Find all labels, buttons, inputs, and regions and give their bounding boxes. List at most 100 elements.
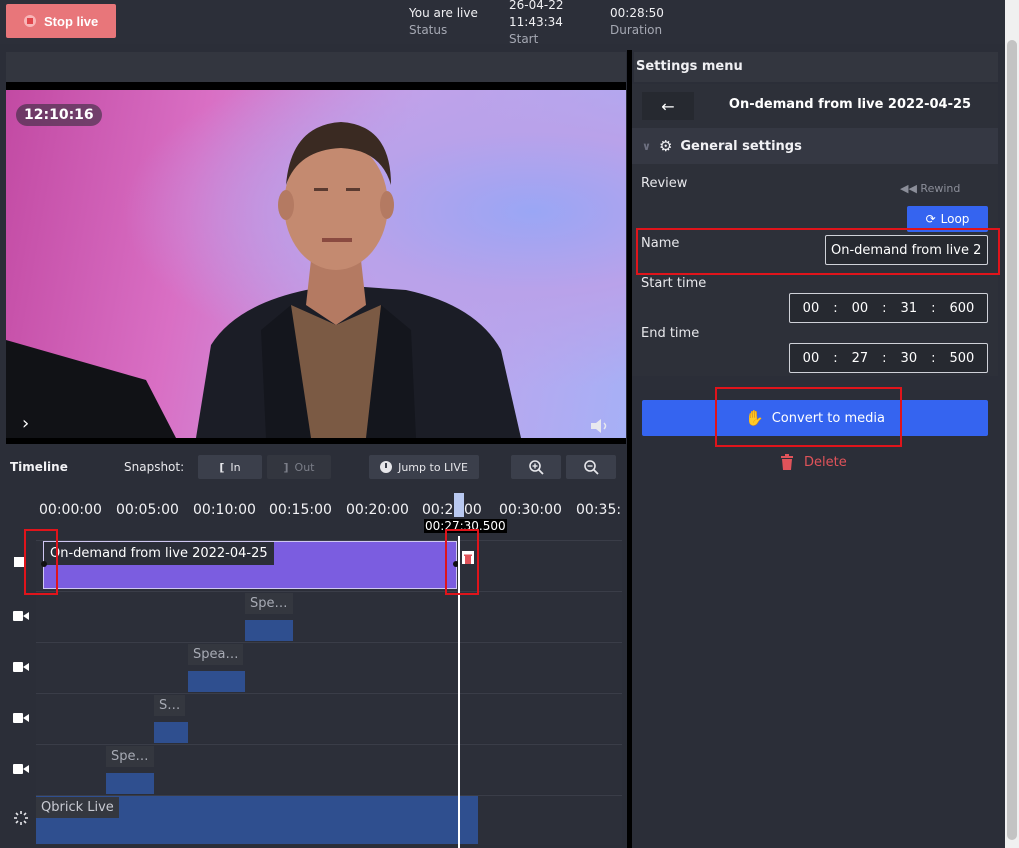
- stop-icon: [24, 15, 36, 27]
- start-handle-highlight: [24, 529, 58, 595]
- loading-spinner-icon: [13, 810, 29, 826]
- start-block: 26-04-22 11:43:34 Start: [509, 0, 563, 48]
- track-camera-1: [36, 591, 622, 641]
- video-player[interactable]: ›: [6, 90, 626, 438]
- start-time: 11:43:34: [509, 15, 563, 29]
- tick-label: 00:10:00: [193, 502, 256, 518]
- tick-label: 00:20:00: [346, 502, 409, 518]
- player-header: [6, 52, 626, 82]
- time-separator: :: [882, 350, 887, 366]
- tick-label: 00:30:00: [499, 502, 562, 518]
- snapshot-out-label: Out: [294, 460, 315, 474]
- loop-label: Loop: [940, 212, 970, 226]
- zoom-in-button[interactable]: [511, 455, 561, 479]
- tick-label: 00:15:00: [269, 502, 332, 518]
- bracket-left-icon: [: [219, 460, 225, 474]
- start-time-label: Start time: [641, 276, 707, 291]
- status-value: You are live: [409, 6, 478, 20]
- stop-live-button[interactable]: Stop live: [6, 4, 116, 38]
- start-seconds[interactable]: 31: [894, 301, 925, 316]
- scrollbar-thumb[interactable]: [1007, 40, 1017, 840]
- general-settings-toggle[interactable]: ∨ ⚙ General settings: [632, 128, 998, 164]
- zoom-out-button[interactable]: [566, 455, 616, 479]
- end-hours[interactable]: 00: [796, 351, 827, 366]
- tick-label: 00:2: [422, 502, 454, 518]
- camera-clip[interactable]: [154, 722, 188, 743]
- end-time-label: End time: [641, 326, 700, 341]
- video-camera-icon: [13, 607, 29, 621]
- start-label: Start: [509, 32, 539, 46]
- jump-to-live-label: Jump to LIVE: [398, 460, 468, 474]
- video-camera-icon: [13, 709, 29, 723]
- convert-highlight: [715, 387, 902, 447]
- delete-button[interactable]: Delete: [780, 454, 847, 470]
- trash-icon: [781, 454, 793, 470]
- track-camera-2: [36, 642, 622, 692]
- gear-icon: ⚙: [658, 137, 673, 155]
- timeline-title: Timeline: [10, 460, 68, 474]
- time-separator: :: [833, 350, 838, 366]
- zoom-out-icon: [584, 460, 599, 475]
- end-time-input[interactable]: 00 : 27 : 30 : 500: [789, 343, 988, 373]
- tick-label: 00:05:00: [116, 502, 179, 518]
- refresh-icon: ⟳: [925, 212, 936, 226]
- live-clip-label: Qbrick Live: [36, 797, 119, 818]
- end-handle-highlight: [445, 529, 479, 595]
- settings-title: On-demand from live 2022-04-25: [728, 97, 972, 112]
- live-clock-badge: 12:10:16: [16, 104, 102, 126]
- time-separator: :: [931, 350, 936, 366]
- review-label: Review: [641, 176, 688, 191]
- snapshot-out-button[interactable]: ] Out: [267, 455, 331, 479]
- camera-clip-label: Spe…: [245, 593, 293, 614]
- camera-clip[interactable]: [106, 773, 154, 794]
- jump-to-live-button[interactable]: Jump to LIVE: [369, 455, 479, 479]
- start-minutes[interactable]: 00: [845, 301, 876, 316]
- camera-clip-label: S…: [154, 695, 186, 716]
- track-camera-3: [36, 693, 622, 743]
- time-separator: :: [931, 300, 936, 316]
- snapshot-in-button[interactable]: [ In: [198, 455, 262, 479]
- camera-clip[interactable]: [245, 620, 293, 641]
- start-hours[interactable]: 00: [796, 301, 827, 316]
- duration-value: 00:28:50: [610, 6, 664, 20]
- start-millis[interactable]: 600: [942, 301, 981, 316]
- delete-label: Delete: [804, 454, 847, 470]
- duration-block: 00:28:50 Duration: [610, 5, 664, 39]
- volume-icon[interactable]: [589, 418, 611, 434]
- stop-live-label: Stop live: [44, 13, 99, 29]
- camera-clip[interactable]: [188, 671, 245, 692]
- snapshot-label: Snapshot:: [124, 460, 185, 474]
- video-bottom-bar: [6, 438, 626, 444]
- start-time-input[interactable]: 00 : 00 : 31 : 600: [789, 293, 988, 323]
- rewind-icon: ◀◀: [900, 182, 917, 195]
- playhead-handle[interactable]: [454, 493, 464, 517]
- settings-menu-header: Settings menu: [634, 52, 998, 82]
- video-camera-icon: [13, 760, 29, 774]
- back-button[interactable]: ←: [642, 92, 694, 120]
- snapshot-in-label: In: [230, 460, 241, 474]
- rewind-button[interactable]: ◀◀ Rewind: [900, 182, 960, 195]
- video-letterbox: [6, 82, 626, 90]
- status-block: You are live Status: [409, 5, 478, 39]
- camera-clip-label: Spe…: [106, 746, 154, 767]
- start-date: 26-04-22: [509, 0, 564, 12]
- top-bar: [0, 0, 1005, 44]
- presenter-image: [6, 122, 521, 438]
- selection-clip-label: On-demand from live 2022-04-25: [44, 542, 274, 565]
- end-millis[interactable]: 500: [942, 351, 981, 366]
- tick-label: 00: [464, 502, 482, 518]
- tick-label: 00:35:(: [576, 502, 622, 518]
- camera-clip-label: Spea…: [188, 644, 244, 665]
- duration-label: Duration: [610, 23, 663, 37]
- rewind-label: Rewind: [920, 182, 961, 195]
- clock-icon: [380, 461, 393, 473]
- end-minutes[interactable]: 27: [845, 351, 876, 366]
- chevron-right-icon[interactable]: ›: [22, 415, 38, 433]
- video-camera-icon: [13, 658, 29, 672]
- time-separator: :: [833, 300, 838, 316]
- end-seconds[interactable]: 30: [894, 351, 925, 366]
- chevron-down-icon: ∨: [642, 139, 651, 153]
- time-separator: :: [882, 300, 887, 316]
- status-label: Status: [409, 23, 448, 37]
- tick-label: 00:00:00: [39, 502, 102, 518]
